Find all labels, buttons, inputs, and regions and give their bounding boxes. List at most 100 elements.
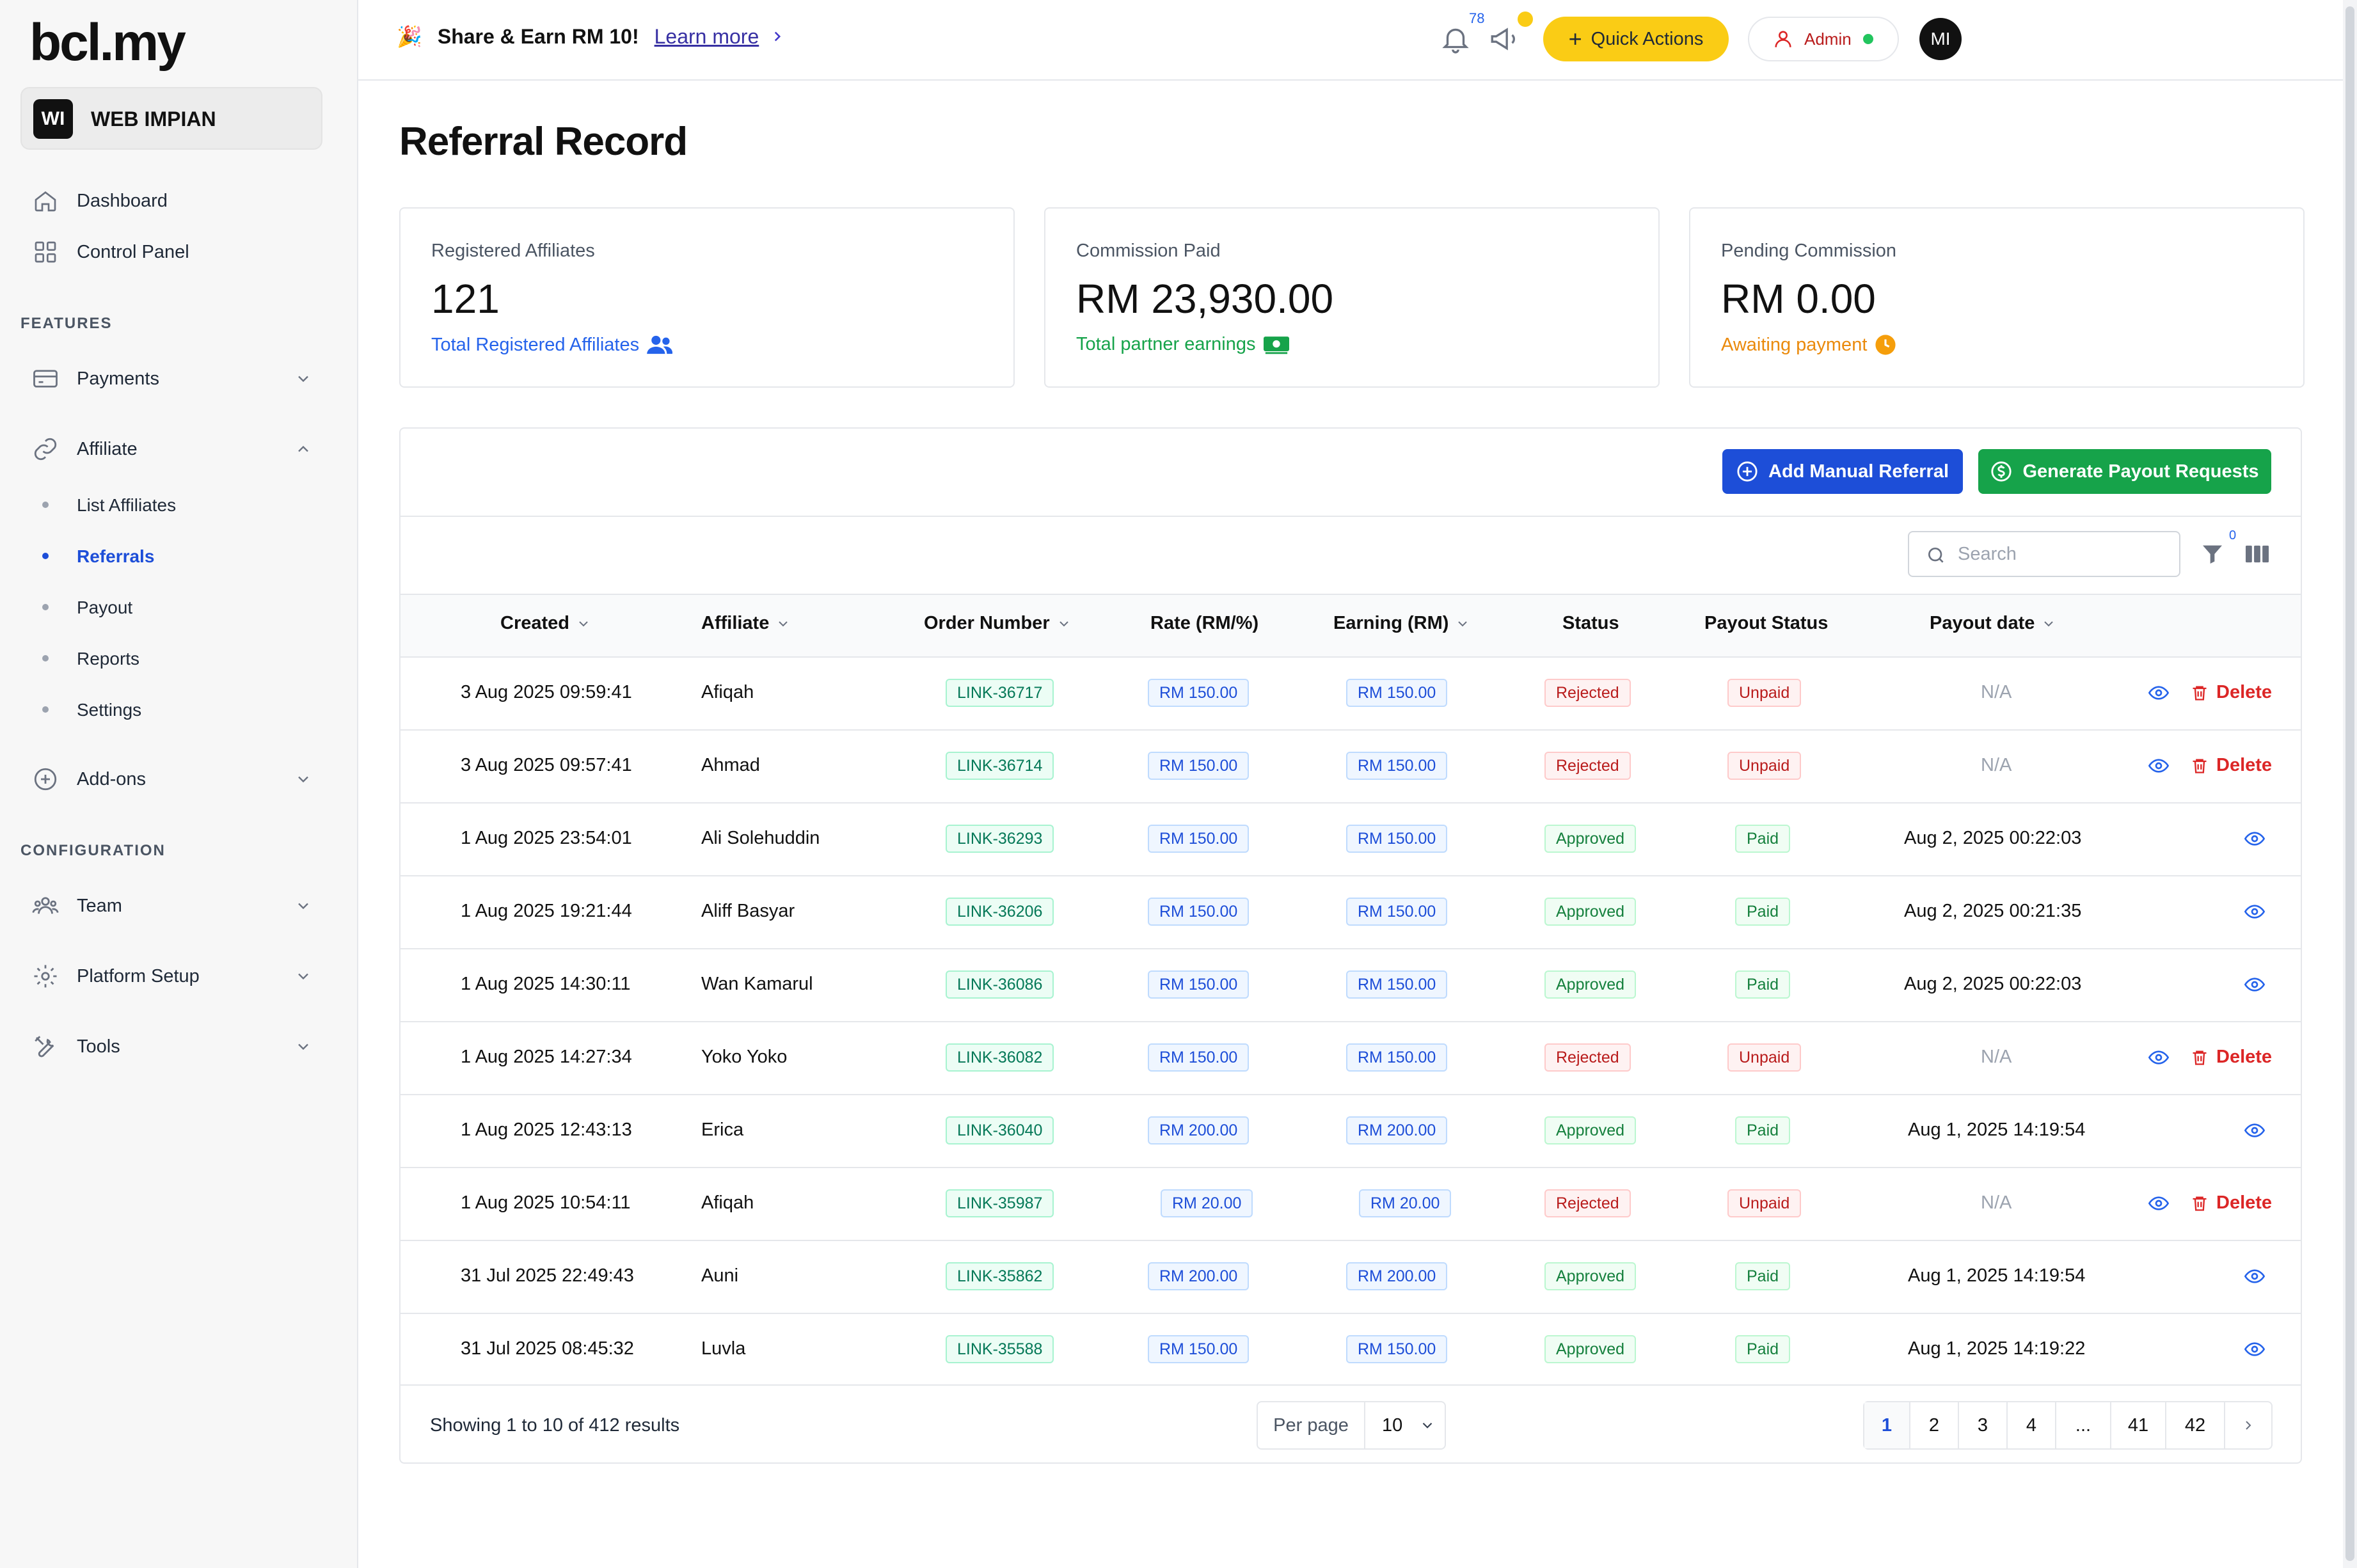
page-button-4[interactable]: 4 (2008, 1402, 2056, 1448)
page-button-42[interactable]: 42 (2166, 1402, 2225, 1448)
order-number-badge[interactable]: LINK-36206 (946, 898, 1054, 926)
order-number-badge[interactable]: LINK-36714 (946, 752, 1054, 780)
order-number-badge[interactable]: LINK-35588 (946, 1335, 1054, 1363)
filter-count: 0 (2229, 528, 2237, 542)
quick-actions-button[interactable]: + Quick Actions (1543, 17, 1729, 61)
order-number-badge[interactable]: LINK-36717 (946, 679, 1054, 707)
trash-icon (2191, 683, 2216, 702)
admin-role-badge[interactable]: Admin (1748, 17, 1899, 61)
sidebar-item-team[interactable]: Team (31, 887, 319, 925)
per-page-select[interactable]: Per page 10 (1257, 1401, 1446, 1450)
sidebar-item-control-panel[interactable]: Control Panel (31, 233, 319, 271)
sidebar-item-referrals[interactable]: Referrals (77, 544, 154, 569)
gear-icon (31, 962, 60, 991)
sidebar-item-dashboard[interactable]: Dashboard (31, 182, 319, 220)
stat-card-pending-commission: Pending Commission RM 0.00 Awaiting paym… (1689, 207, 2305, 388)
delete-button[interactable]: Delete (2191, 755, 2272, 776)
sidebar-item-settings[interactable]: Settings (77, 697, 141, 723)
sidebar-item-payout[interactable]: Payout (77, 595, 132, 621)
sidebar-item-affiliate[interactable]: Affiliate (31, 430, 319, 468)
learn-more-link[interactable]: Learn more (655, 25, 759, 49)
payout-status-badge: Paid (1735, 898, 1791, 926)
order-number-badge[interactable]: LINK-36040 (946, 1116, 1054, 1144)
earning-badge: RM 150.00 (1346, 752, 1448, 780)
eye-icon[interactable] (2244, 901, 2266, 925)
bullet-icon (42, 604, 49, 610)
workspace-switcher[interactable]: WI WEB IMPIAN (20, 87, 322, 150)
megaphone-icon[interactable] (1488, 23, 1520, 55)
eye-icon[interactable] (2148, 756, 2170, 779)
page-button-41[interactable]: 41 (2111, 1402, 2166, 1448)
status-badge: Approved (1544, 970, 1637, 999)
avatar[interactable]: MI (1919, 18, 1962, 60)
status-badge: Rejected (1544, 1189, 1631, 1217)
search-input[interactable]: Search (1908, 531, 2180, 577)
stat-sub-label: Total partner earnings (1076, 334, 1256, 354)
eye-icon[interactable] (2148, 1193, 2170, 1217)
eye-icon[interactable] (2244, 1266, 2266, 1290)
sidebar-item-label: Add-ons (77, 768, 147, 789)
eye-icon[interactable] (2244, 828, 2266, 852)
order-number-badge[interactable]: LINK-36086 (946, 970, 1054, 999)
sidebar-item-list-affiliates[interactable]: List Affiliates (77, 493, 176, 518)
order-number-badge[interactable]: LINK-36082 (946, 1043, 1054, 1072)
sidebar-item-addons[interactable]: Add-ons (31, 760, 319, 798)
next-page-button[interactable] (2225, 1402, 2271, 1448)
page-button-2[interactable]: 2 (1910, 1402, 1959, 1448)
eye-icon[interactable] (2244, 974, 2266, 998)
earning-badge: RM 150.00 (1346, 898, 1448, 926)
rate-badge: RM 150.00 (1148, 1043, 1250, 1072)
columns-icon[interactable] (2244, 542, 2270, 566)
filter-icon[interactable] (2200, 541, 2225, 567)
payout-status-badge: Unpaid (1727, 1043, 1802, 1072)
sidebar-item-platform-setup[interactable]: Platform Setup (31, 957, 319, 995)
add-manual-referral-button[interactable]: Add Manual Referral (1722, 449, 1963, 494)
delete-button[interactable]: Delete (2191, 682, 2272, 703)
eye-icon[interactable] (2244, 1120, 2266, 1144)
scrollbar-thumb[interactable] (2345, 6, 2354, 1561)
cell-payout-date: N/A (1981, 755, 2012, 775)
delete-button[interactable]: Delete (2191, 1047, 2272, 1068)
bullet-icon (42, 706, 49, 713)
order-number-badge[interactable]: LINK-35987 (946, 1189, 1054, 1217)
rate-badge: RM 150.00 (1148, 1335, 1250, 1363)
delete-label: Delete (2216, 1047, 2273, 1067)
bell-icon[interactable] (1440, 23, 1472, 55)
section-label-features: FEATURES (20, 315, 113, 332)
delete-button[interactable]: Delete (2191, 1192, 2272, 1214)
column-header-affiliate[interactable]: Affiliate (701, 613, 791, 634)
search-icon (1928, 548, 1944, 563)
payout-status-badge: Paid (1735, 1116, 1791, 1144)
eye-icon[interactable] (2244, 1339, 2266, 1363)
column-header-rate: Rate (RM/%) (1150, 613, 1259, 633)
cell-created: 31 Jul 2025 08:45:32 (461, 1338, 634, 1359)
order-number-badge[interactable]: LINK-35862 (946, 1262, 1054, 1290)
chevron-down-icon (1422, 1422, 1432, 1429)
column-header-payout-date[interactable]: Payout date (1930, 613, 2056, 634)
cell-created: 1 Aug 2025 10:54:11 (461, 1192, 631, 1213)
column-header-created[interactable]: Created (500, 613, 591, 634)
quick-actions-label: Quick Actions (1591, 28, 1704, 49)
notification-count: 78 (1469, 10, 1485, 26)
sidebar-item-label: Dashboard (77, 190, 168, 211)
page-button-1[interactable]: 1 (1864, 1402, 1910, 1448)
chevron-down-icon (298, 376, 308, 383)
sidebar-item-tools[interactable]: Tools (31, 1027, 319, 1066)
stat-sub: Awaiting payment (1721, 334, 1896, 356)
brand-logo[interactable]: bcl.my (29, 13, 186, 73)
sidebar-item-payments[interactable]: Payments (31, 360, 319, 398)
generate-payout-label: Generate Payout Requests (2022, 461, 2259, 482)
money-icon (1263, 336, 1289, 354)
generate-payout-requests-button[interactable]: Generate Payout Requests (1978, 449, 2271, 494)
eye-icon[interactable] (2148, 683, 2170, 706)
sidebar-item-reports[interactable]: Reports (77, 646, 139, 672)
eye-icon[interactable] (2148, 1047, 2170, 1071)
page-button-3[interactable]: 3 (1959, 1402, 2008, 1448)
stat-sub-label: Awaiting payment (1721, 334, 1868, 355)
column-header-order-number[interactable]: Order Number (924, 613, 1072, 634)
order-number-badge[interactable]: LINK-36293 (946, 825, 1054, 853)
column-header-earning[interactable]: Earning (RM) (1333, 613, 1470, 634)
table-row[interactable] (401, 1167, 2301, 1240)
stat-label: Commission Paid (1076, 241, 1221, 261)
trash-icon (2191, 1194, 2216, 1213)
